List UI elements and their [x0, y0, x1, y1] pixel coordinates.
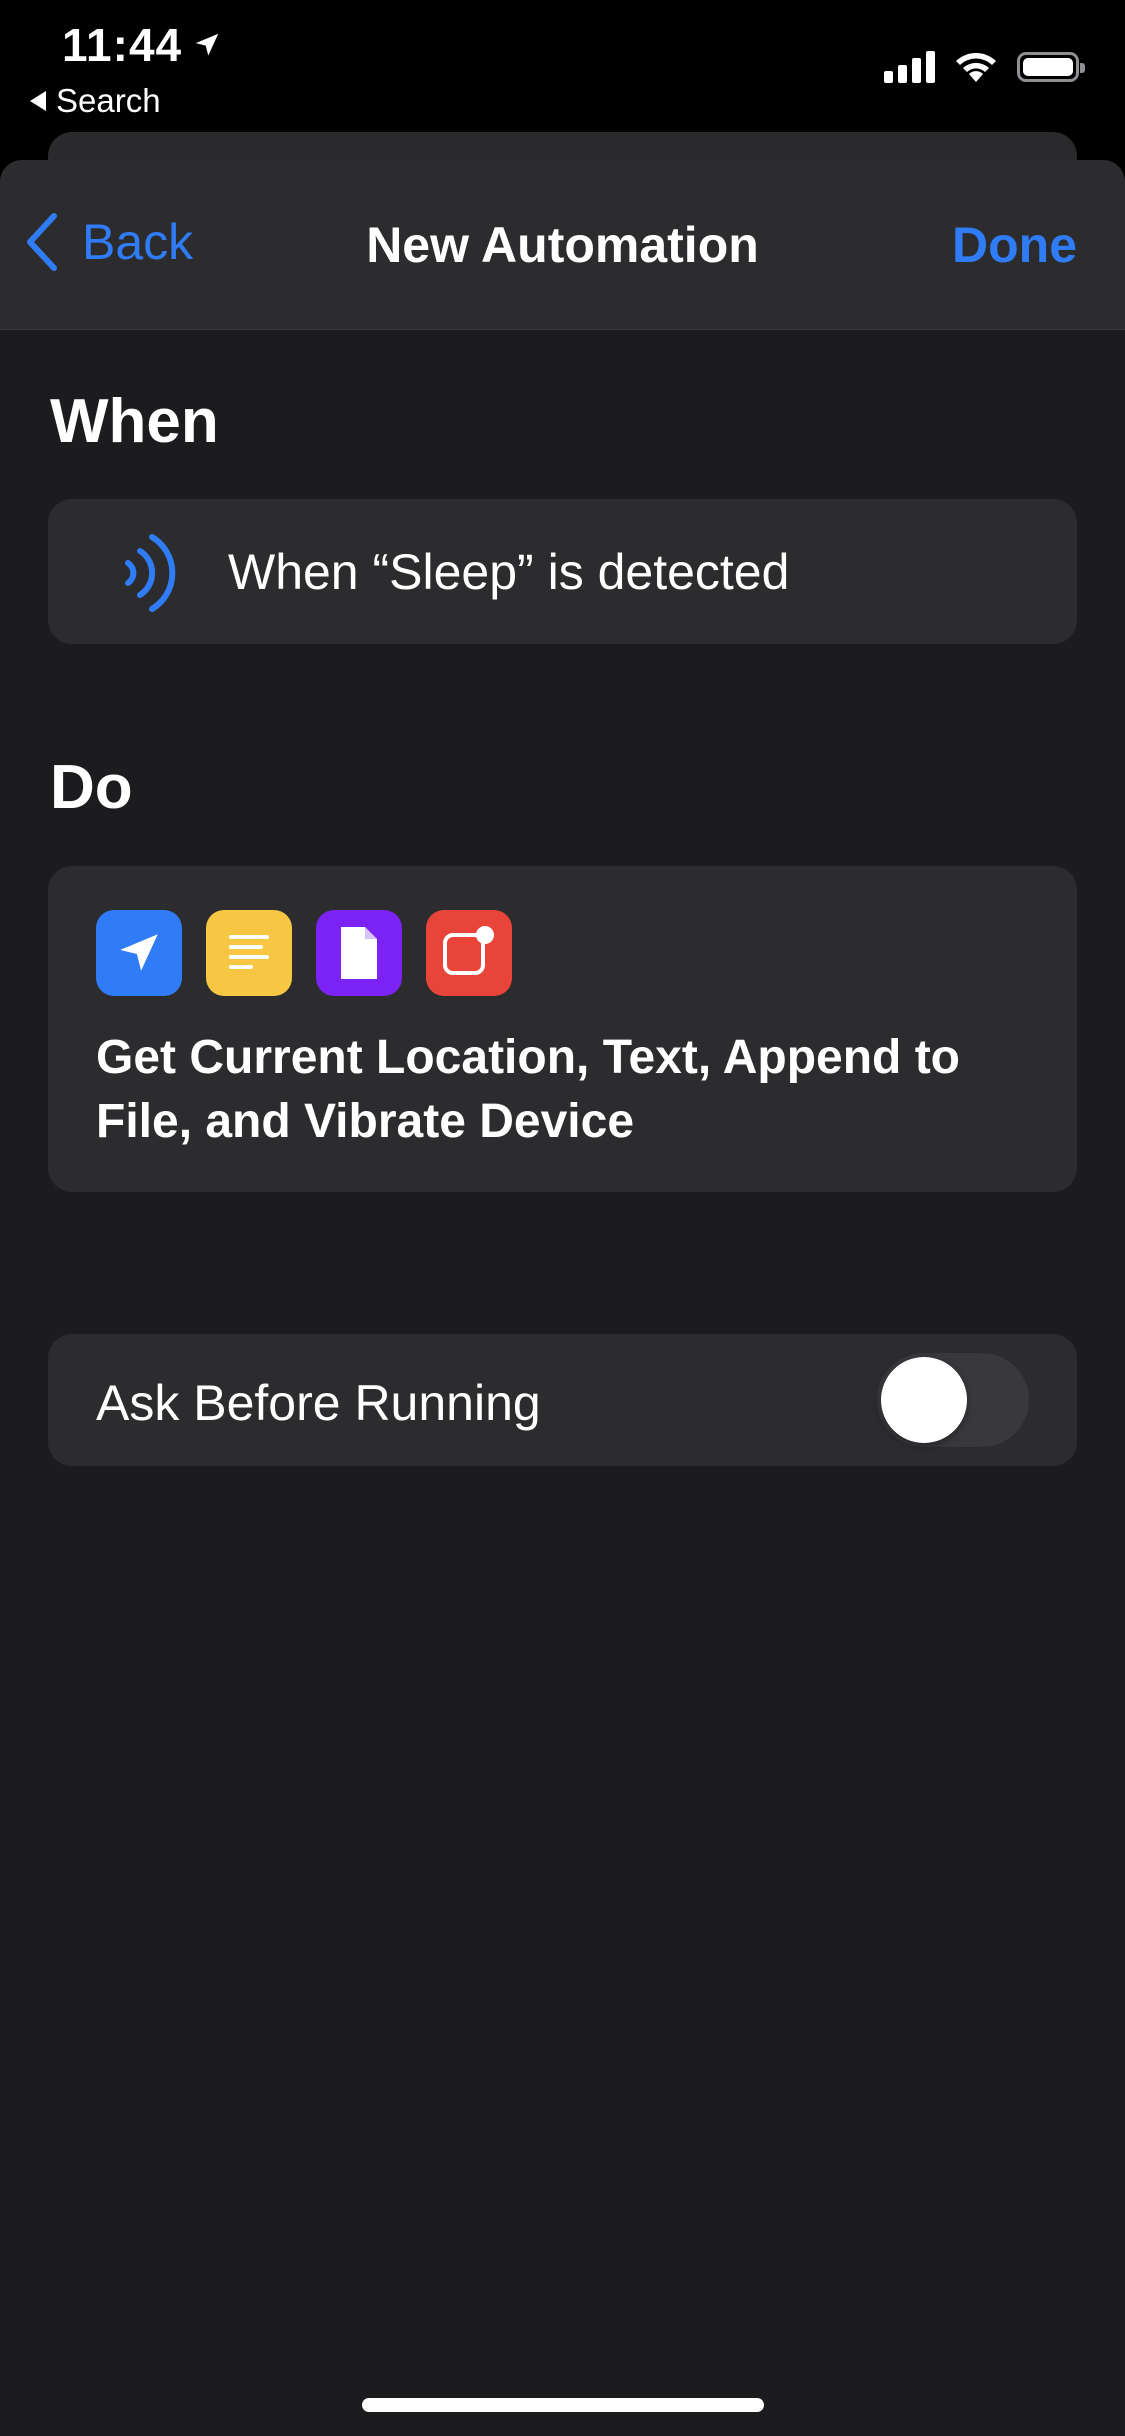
cellular-signal-icon [884, 51, 935, 83]
status-time: 11:44 [62, 18, 222, 72]
status-indicators [884, 50, 1085, 84]
trigger-description: When “Sleep” is detected [228, 544, 790, 600]
ask-before-running-toggle[interactable] [877, 1353, 1029, 1447]
back-to-search-label: Search [56, 82, 161, 119]
battery-icon [1017, 52, 1085, 82]
status-bar: 11:44 Search [0, 0, 1125, 130]
back-button[interactable]: Back [24, 212, 193, 272]
vibrate-device-icon [426, 910, 512, 996]
back-triangle-icon [30, 91, 46, 111]
ask-before-running-row: Ask Before Running [48, 1334, 1077, 1466]
done-button[interactable]: Done [952, 216, 1077, 274]
location-arrow-icon [195, 33, 219, 56]
do-heading: Do [50, 753, 133, 822]
text-icon [206, 910, 292, 996]
when-trigger-card[interactable]: When “Sleep” is detected [48, 499, 1077, 644]
chevron-left-icon [27, 213, 57, 271]
clock: 11:44 [62, 19, 183, 71]
ask-before-running-label: Ask Before Running [96, 1375, 541, 1431]
home-indicator[interactable] [362, 2398, 764, 2412]
back-to-search[interactable]: Search [30, 82, 161, 120]
back-label: Back [82, 214, 194, 270]
action-icons [96, 910, 512, 996]
wifi-icon [956, 53, 996, 82]
toggle-knob [881, 1357, 967, 1443]
when-heading: When [50, 387, 219, 456]
sleep-detection-icon [125, 534, 176, 612]
file-icon [316, 910, 402, 996]
new-automation-sheet: Back New Automation Done When When “Slee… [0, 160, 1125, 2436]
navigation-bar: Back New Automation Done [0, 160, 1125, 330]
do-actions-card[interactable]: Get Current Location, Text, Append to Fi… [48, 866, 1077, 1192]
location-icon [96, 910, 182, 996]
actions-summary: Get Current Location, Text, Append to Fi… [96, 1031, 960, 1148]
